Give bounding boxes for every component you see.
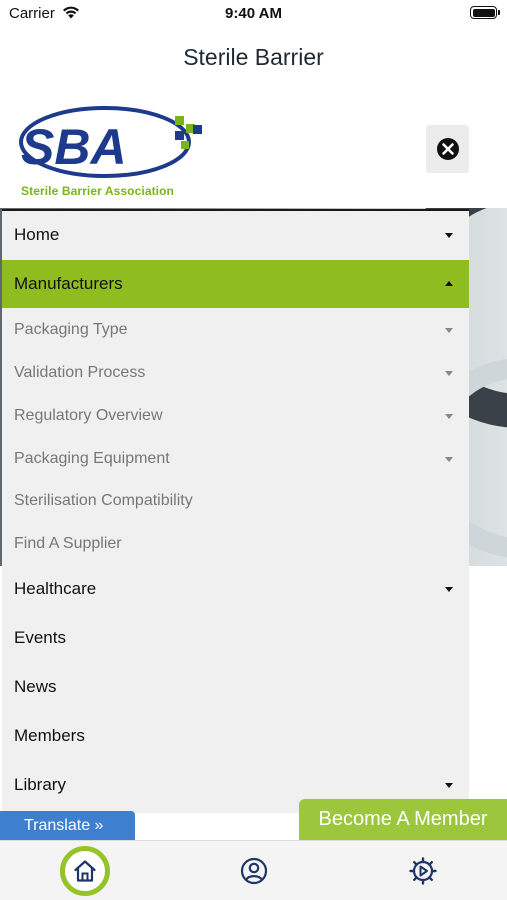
- chevron-up-icon[interactable]: [445, 281, 453, 286]
- submenu-item-validation-process[interactable]: Validation Process: [2, 352, 469, 394]
- chevron-down-icon[interactable]: [445, 414, 453, 419]
- submenu-item-label: Packaging Equipment: [14, 450, 170, 467]
- battery-icon: [470, 6, 500, 19]
- menu-item-label: Library: [14, 775, 66, 794]
- menu-item-label: Healthcare: [14, 579, 97, 598]
- tab-home[interactable]: [40, 841, 130, 900]
- menu-item-label: Events: [14, 628, 66, 647]
- translate-button[interactable]: Translate »: [0, 811, 135, 841]
- tab-bar: [0, 840, 507, 900]
- user-icon: [240, 857, 268, 885]
- submenu-item-label: Sterilisation Compatibility: [14, 492, 193, 509]
- menu-item-news[interactable]: News: [2, 663, 469, 711]
- menu-item-label: Members: [14, 726, 85, 745]
- page-title: Sterile Barrier: [183, 44, 324, 70]
- submenu-item-label: Regulatory Overview: [14, 407, 163, 424]
- logo-caption: Sterile Barrier Association: [21, 184, 174, 198]
- submenu-item-packaging-type[interactable]: Packaging Type: [2, 309, 469, 351]
- submenu-item-label: Packaging Type: [14, 321, 128, 338]
- chevron-down-icon[interactable]: [445, 328, 453, 333]
- svg-text:SBA: SBA: [21, 119, 127, 175]
- menu-item-label: News: [14, 677, 57, 696]
- status-bar: Carrier 9:40 AM: [0, 0, 507, 28]
- nav-menu: Home Manufacturers Packaging Type Valida…: [2, 209, 469, 813]
- tab-profile[interactable]: [209, 841, 299, 900]
- settings-icon: [409, 857, 437, 885]
- submenu-item-sterilisation-compatibility[interactable]: Sterilisation Compatibility: [2, 480, 469, 522]
- submenu-item-label: Find A Supplier: [14, 535, 122, 552]
- submenu-item-regulatory-overview[interactable]: Regulatory Overview: [2, 395, 469, 437]
- close-icon: [436, 138, 459, 160]
- menu-item-members[interactable]: Members: [2, 712, 469, 760]
- chevron-down-icon[interactable]: [445, 371, 453, 376]
- chevron-down-icon[interactable]: [445, 233, 453, 238]
- sba-logo-mark: SBA: [19, 106, 202, 178]
- home-icon: [74, 860, 96, 882]
- menu-item-healthcare[interactable]: Healthcare: [2, 565, 469, 613]
- tab-settings[interactable]: [378, 841, 468, 900]
- menu-item-events[interactable]: Events: [2, 614, 469, 662]
- chevron-down-icon[interactable]: [445, 457, 453, 462]
- submenu-item-label: Validation Process: [14, 364, 146, 381]
- chevron-down-icon[interactable]: [445, 587, 453, 592]
- close-menu-button[interactable]: [426, 125, 469, 173]
- menu-item-label: Manufacturers: [14, 274, 123, 293]
- status-time: 9:40 AM: [225, 5, 282, 22]
- chevron-down-icon[interactable]: [445, 783, 453, 788]
- menu-item-label: Home: [14, 225, 60, 244]
- submenu-item-packaging-equipment[interactable]: Packaging Equipment: [2, 438, 469, 480]
- become-member-button[interactable]: Become A Member: [299, 799, 507, 840]
- menu-item-manufacturers[interactable]: Manufacturers: [2, 260, 469, 308]
- menu-item-home[interactable]: Home: [2, 211, 469, 259]
- submenu-item-find-a-supplier[interactable]: Find A Supplier: [2, 523, 469, 565]
- home-tab-highlight: [60, 846, 110, 896]
